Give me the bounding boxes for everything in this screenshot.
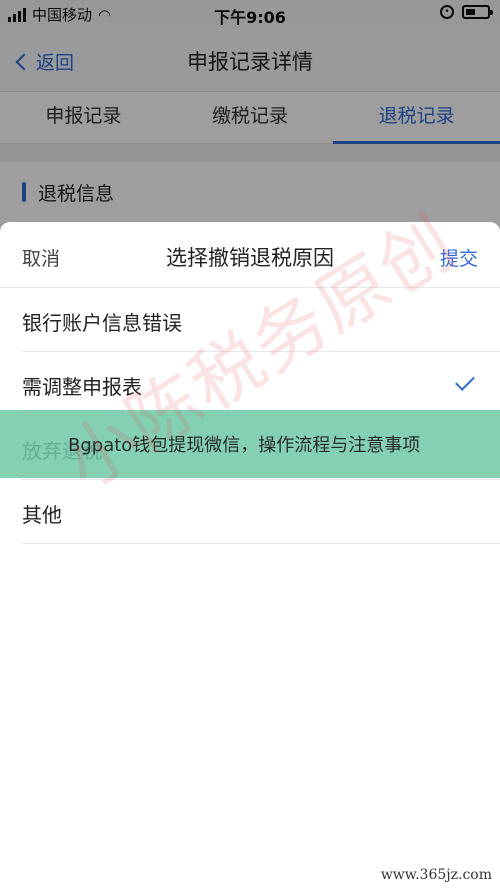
option-bank-account-error[interactable]: 银行账户信息错误 xyxy=(22,288,500,352)
site-watermark: www.365jz.com xyxy=(380,867,492,883)
reason-picker-sheet: 取消 选择撤销退税原因 提交 银行账户信息错误 需调整申报表 放弃退税 其他 xyxy=(0,222,500,889)
option-label: 放弃退税 xyxy=(22,439,102,463)
option-other[interactable]: 其他 xyxy=(22,480,500,544)
cancel-button[interactable]: 取消 xyxy=(22,244,60,271)
option-label: 需调整申报表 xyxy=(22,375,142,399)
option-label: 银行账户信息错误 xyxy=(22,311,182,335)
option-abandon-refund[interactable]: 放弃退税 xyxy=(22,416,500,480)
checkmark-icon xyxy=(455,371,475,391)
sheet-header: 取消 选择撤销退税原因 提交 xyxy=(0,222,500,288)
sheet-title: 选择撤销退税原因 xyxy=(166,246,334,270)
submit-button[interactable]: 提交 xyxy=(440,244,478,271)
option-label: 其他 xyxy=(22,503,62,527)
option-adjust-declaration[interactable]: 需调整申报表 xyxy=(22,352,500,416)
